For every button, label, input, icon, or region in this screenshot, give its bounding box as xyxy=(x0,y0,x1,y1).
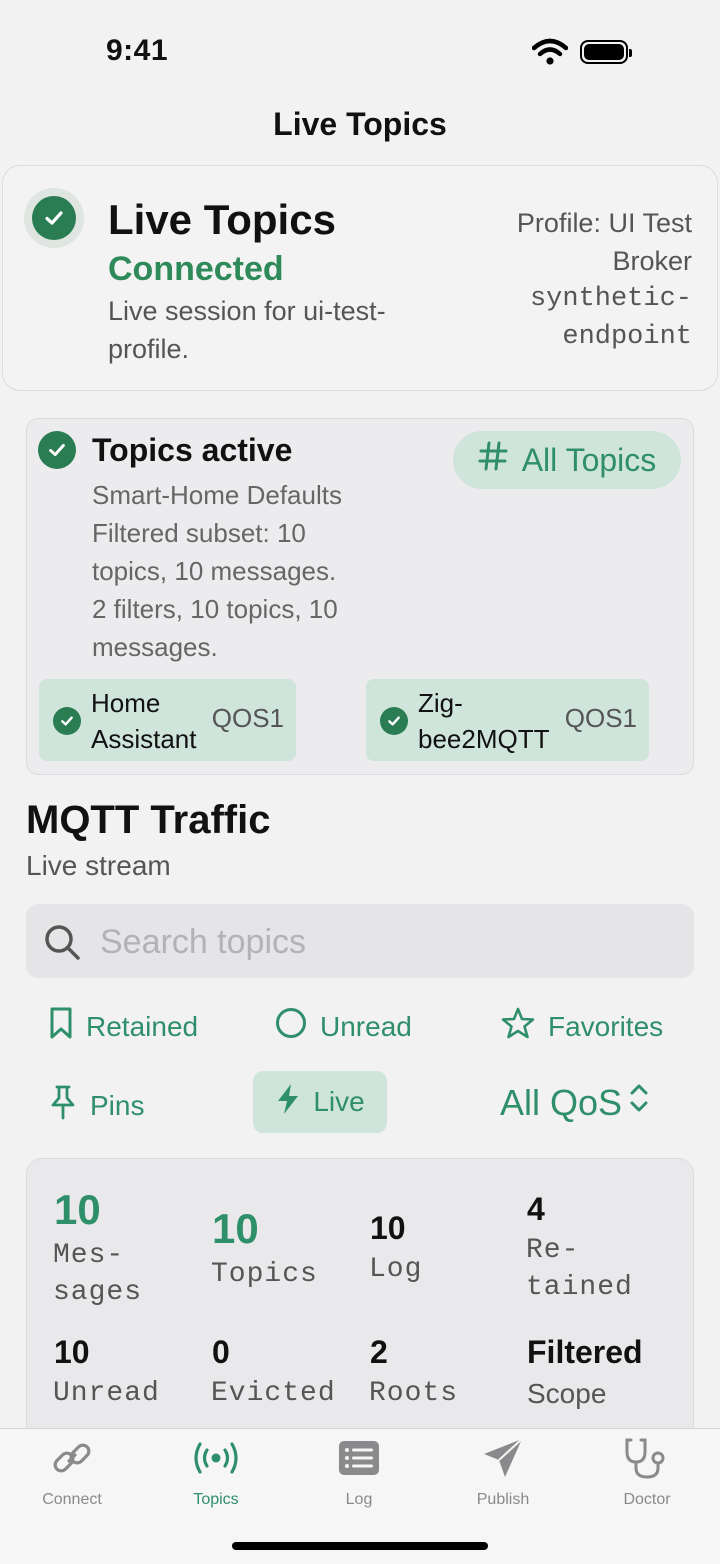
home-indicator xyxy=(232,1542,488,1550)
section-title: MQTT Traffic xyxy=(26,798,271,842)
topics-active-check-icon xyxy=(38,431,76,469)
stat-log-label: Log xyxy=(369,1254,423,1285)
bolt-icon xyxy=(275,1082,301,1123)
section-subtitle: Live stream xyxy=(26,850,171,881)
wifi-icon xyxy=(531,38,569,71)
tab-log[interactable]: Log xyxy=(299,1436,419,1509)
filter-label: Unread xyxy=(320,1010,412,1042)
battery-icon xyxy=(580,40,632,64)
stat-topics-label: Topics xyxy=(211,1259,318,1290)
tab-label: Publish xyxy=(476,1491,530,1508)
filter-label: Retained xyxy=(86,1010,199,1042)
stat-unread-value: 10 xyxy=(54,1334,90,1370)
filter-favorites[interactable]: Favorites xyxy=(500,1006,663,1047)
stat-retained-label: Re-tained xyxy=(526,1235,633,1303)
stat-messages-label: Mes-sages xyxy=(53,1240,143,1308)
tab-topics[interactable]: Topics xyxy=(156,1436,276,1509)
stat-evicted-label: Evicted xyxy=(211,1378,336,1409)
tab-label: Log xyxy=(345,1491,373,1508)
qos-select[interactable]: All QoS xyxy=(500,1081,650,1124)
stat-log-value: 10 xyxy=(370,1210,406,1246)
stat-topics-value: 10 xyxy=(212,1205,259,1252)
tab-doctor[interactable]: Doctor xyxy=(587,1436,707,1509)
stat-messages-value: 10 xyxy=(54,1186,101,1233)
stethoscope-icon xyxy=(587,1436,707,1485)
connection-status: Connected xyxy=(108,250,284,288)
chip-qos: QOS1 xyxy=(564,703,637,733)
chip-qos: QOS1 xyxy=(211,703,284,733)
filter-pins[interactable]: Pins xyxy=(48,1084,144,1127)
stat-unread-label: Unread xyxy=(53,1378,160,1409)
filter-label: Pins xyxy=(90,1089,145,1121)
session-title: Live Topics xyxy=(108,196,336,243)
profile-label: Profile: UI Test Broker xyxy=(516,208,692,276)
chevron-up-down-icon xyxy=(628,1081,650,1124)
stat-scope-value: Filtered xyxy=(527,1334,643,1370)
filter-unread[interactable]: Unread xyxy=(274,1006,412,1047)
nav-title: Live Topics xyxy=(273,106,447,142)
stat-scope-label: Scope xyxy=(527,1378,607,1409)
list-icon xyxy=(299,1436,419,1485)
bookmark-icon xyxy=(48,1006,74,1047)
circle-icon xyxy=(274,1006,308,1047)
paper-plane-icon xyxy=(443,1436,563,1485)
topics-card-details: Smart-Home Defaults Filtered subset: 10 … xyxy=(92,476,382,666)
tab-publish[interactable]: Publish xyxy=(443,1436,563,1509)
hashtag-icon xyxy=(478,440,508,480)
filter-chip-zigbee2mqtt[interactable]: Zig-bee2MQTT QOS1 xyxy=(366,679,649,761)
pin-icon xyxy=(48,1084,78,1127)
qos-select-value: All QoS xyxy=(500,1081,623,1123)
topics-card-title: Topics active xyxy=(92,432,293,468)
stat-retained-value: 4 xyxy=(527,1191,545,1227)
preset-name: Smart-Home Defaults xyxy=(92,480,342,510)
stat-roots-label: Roots xyxy=(369,1378,459,1409)
chip-check-icon xyxy=(380,707,408,735)
link-icon xyxy=(12,1436,132,1485)
filter-label: Favorites xyxy=(548,1010,664,1042)
session-description: Live session for ui-test-profile. xyxy=(108,296,386,364)
connected-check-icon xyxy=(32,196,76,240)
stat-evicted-value: 0 xyxy=(212,1334,230,1370)
all-topics-button[interactable]: All Topics xyxy=(453,431,681,489)
subset-text: Filtered subset: 10 topics, 10 messages. xyxy=(92,518,337,586)
all-topics-label: All Topics xyxy=(521,441,657,478)
filter-live[interactable]: Live xyxy=(253,1071,387,1133)
chip-check-icon xyxy=(53,707,81,735)
broadcast-icon xyxy=(156,1436,276,1485)
tab-connect[interactable]: Connect xyxy=(12,1436,132,1509)
search-icon xyxy=(42,922,82,967)
chip-label: Zig-bee2MQTT xyxy=(418,688,550,754)
filter-label: Live xyxy=(313,1086,365,1117)
search-input[interactable] xyxy=(100,916,660,968)
filter-retained[interactable]: Retained xyxy=(48,1006,198,1047)
chip-label: Home Assistant xyxy=(91,688,197,754)
stat-roots-value: 2 xyxy=(370,1334,388,1370)
filter-chip-home-assistant[interactable]: Home Assistant QOS1 xyxy=(39,679,296,761)
filters-summary: 2 filters, 10 topics, 10 messages. xyxy=(92,594,338,662)
tab-label: Doctor xyxy=(623,1491,671,1508)
tab-label: Topics xyxy=(193,1491,239,1508)
star-icon xyxy=(500,1006,536,1047)
status-time: 9:41 xyxy=(106,34,169,67)
endpoint-label: synthetic-endpoint xyxy=(529,284,692,352)
tab-label: Connect xyxy=(42,1491,102,1508)
